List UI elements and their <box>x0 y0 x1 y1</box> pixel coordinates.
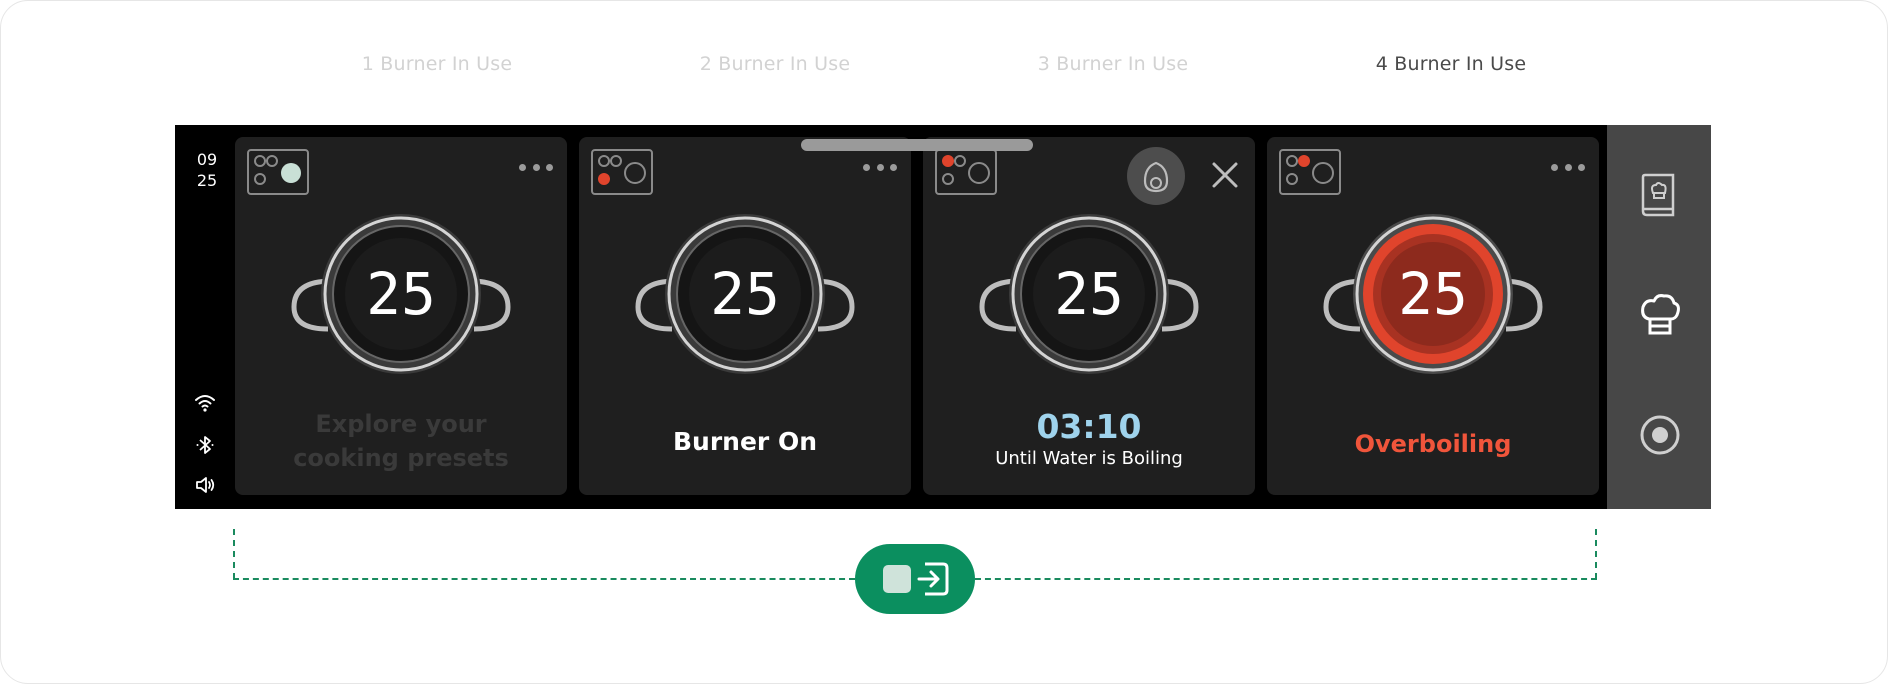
step-label-3: 3 Burner In Use <box>1037 53 1189 75</box>
pot-display: 25 <box>1054 260 1124 328</box>
burner-map-icon <box>935 149 997 195</box>
bracket-right <box>1595 529 1597 579</box>
step-label-1: 1 Burner In Use <box>361 53 513 75</box>
drag-handle[interactable] <box>801 139 1033 151</box>
pot-overboiling-icon: 25 <box>1323 214 1543 374</box>
record-icon[interactable] <box>1639 411 1681 459</box>
bracket-line-right <box>975 578 1597 580</box>
wifi-icon <box>195 395 215 412</box>
pot-display: 25 <box>1398 260 1468 328</box>
timer-caption: Until Water is Boiling <box>995 448 1183 469</box>
egg-timer-button[interactable] <box>1127 147 1185 205</box>
bracket-left <box>233 529 235 579</box>
explore-line-1: Explore your <box>315 410 487 438</box>
volume-icon <box>196 477 215 493</box>
bluetooth-icon <box>196 436 214 454</box>
egg-icon <box>1143 161 1169 193</box>
burner-map-icon <box>591 149 653 195</box>
overboiling-text: Overboiling <box>1354 430 1512 458</box>
pot-icon: 25 <box>635 214 855 374</box>
bracket-line-left <box>233 578 855 580</box>
step-label-2: 2 Burner In Use <box>699 53 851 75</box>
clock-hour: 09 <box>196 150 218 169</box>
step-label-4: 4 Burner In Use <box>1375 53 1527 75</box>
status-bar: 09 25 <box>175 125 235 509</box>
burner-on-text: Burner On <box>672 427 818 456</box>
explore-presets-text: Explore your cooking presets <box>235 407 567 475</box>
side-panel <box>1607 125 1711 509</box>
screen-input-icon <box>883 562 949 596</box>
screen-input-button[interactable] <box>855 544 975 614</box>
burner-card-3[interactable]: 25 03:10 Until Water is Boiling <box>923 137 1255 495</box>
more-options-button[interactable] <box>1551 161 1585 173</box>
more-options-button[interactable] <box>519 161 553 173</box>
close-icon[interactable] <box>1207 157 1243 193</box>
clock-minute: 25 <box>196 171 218 190</box>
explore-line-2: cooking presets <box>293 444 509 472</box>
burner-card-1[interactable]: 25 Explore your cooking presets <box>235 137 567 495</box>
clock: 09 25 <box>193 149 221 191</box>
pot-display: 25 <box>710 260 780 328</box>
more-options-button[interactable] <box>863 161 897 173</box>
burner-map-icon <box>1279 149 1341 195</box>
chef-hat-icon[interactable] <box>1639 291 1681 339</box>
pot-display: 25 <box>366 260 436 328</box>
burner-card-4[interactable]: 25 Overboiling <box>1267 137 1599 495</box>
cooktop-screen: 09 25 25 Explore your cooking presets 25… <box>175 125 1711 509</box>
artboard-frame: 1 Burner In Use 2 Burner In Use 3 Burner… <box>0 0 1888 684</box>
timer-value: 03:10 <box>1036 407 1142 446</box>
burner-map-icon <box>247 149 309 195</box>
recipe-book-icon[interactable] <box>1639 171 1681 219</box>
burner-card-2[interactable]: 25 Burner On <box>579 137 911 495</box>
pot-icon: 25 <box>979 214 1199 374</box>
pot-icon: 25 <box>291 214 511 374</box>
